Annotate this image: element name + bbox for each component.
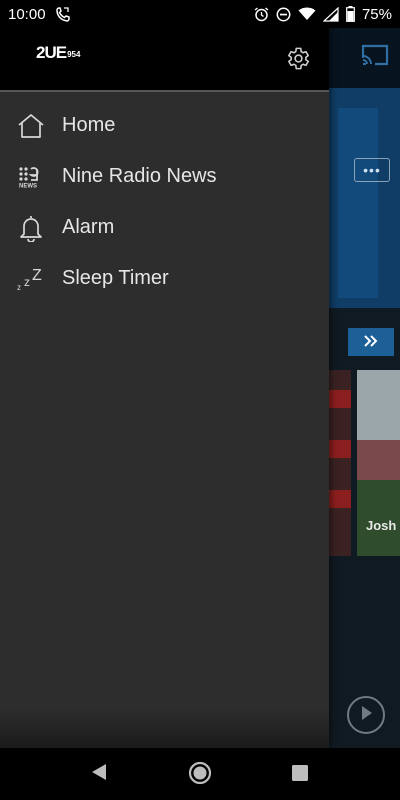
menu-item-home[interactable]: Home (0, 100, 329, 151)
menu-item-nine-radio-news[interactable]: NEWS Nine Radio News (0, 151, 329, 202)
hero-panel (338, 108, 378, 298)
svg-text:z: z (24, 275, 30, 289)
thumb-stripe (329, 390, 351, 408)
recents-square-icon[interactable] (292, 765, 308, 786)
skip-forward-button[interactable] (348, 328, 394, 356)
thumb-crowd (357, 440, 400, 480)
more-dots-icon: ••• (363, 162, 381, 178)
drawer-menu: Home NEWS Nine Radio News Alarm zzZ Slee… (0, 100, 329, 304)
wifi-icon (298, 7, 316, 21)
bell-icon (0, 214, 62, 242)
menu-item-sleep-timer[interactable]: zzZ Sleep Timer (0, 253, 329, 304)
thumbnail-caption: Josh (366, 518, 397, 533)
signal-icon (322, 6, 339, 22)
thumb-stripe (329, 440, 351, 458)
svg-text:z: z (17, 283, 21, 292)
cast-icon[interactable] (361, 44, 389, 71)
drawer-bottom-fade (0, 708, 329, 748)
station-logo: 2UE 954 (36, 44, 80, 62)
logo-main-text: 2UE (36, 43, 67, 62)
battery-icon (346, 6, 355, 22)
menu-item-alarm[interactable]: Alarm (0, 202, 329, 253)
thumb-stripe (329, 490, 351, 508)
nine-news-icon: NEWS (0, 166, 62, 188)
double-chevron-right-icon (363, 332, 379, 353)
back-icon[interactable] (90, 762, 108, 787)
navigation-drawer: 2UE 954 Home NEWS Nine Radio News Alarm (0, 28, 329, 748)
drawer-header: 2UE 954 (0, 28, 329, 92)
sleep-zzz-icon: zzZ (0, 266, 62, 292)
do-not-disturb-icon (276, 7, 291, 22)
play-button[interactable] (347, 696, 385, 734)
menu-item-label: Sleep Timer (62, 267, 169, 289)
svg-text:Z: Z (32, 267, 42, 284)
status-time: 10:00 (8, 5, 46, 23)
system-nav-bar (0, 748, 400, 800)
gear-icon[interactable] (284, 45, 311, 77)
svg-text:NEWS: NEWS (19, 183, 37, 188)
alarm-icon (254, 6, 269, 22)
play-icon (359, 705, 373, 726)
menu-item-label: Home (62, 114, 116, 136)
logo-frequency: 954 (67, 50, 81, 59)
status-bar: 10:00 75% (0, 0, 400, 28)
battery-percent: 75% (361, 5, 392, 23)
menu-item-label: Nine Radio News (62, 165, 217, 187)
call-forward-icon (55, 6, 70, 22)
more-options-button[interactable]: ••• (354, 158, 390, 182)
thumb-sky (357, 370, 400, 440)
menu-item-label: Alarm (62, 216, 115, 238)
home-icon (0, 113, 62, 139)
thumbnail-left[interactable] (329, 370, 351, 556)
home-circle-icon[interactable] (188, 761, 212, 790)
